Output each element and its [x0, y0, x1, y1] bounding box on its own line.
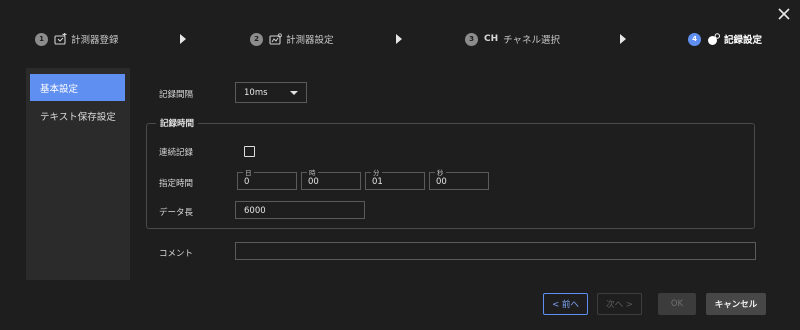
interval-value: 10ms [244, 87, 268, 98]
ok-button[interactable]: OK [658, 293, 696, 315]
step-number: 2 [250, 32, 263, 46]
interval-select[interactable]: 10ms [235, 82, 307, 103]
specified-time-label: 指定時間 [159, 179, 194, 189]
step-device-register: 1 計測器登録 [35, 28, 119, 50]
data-length-input[interactable]: 6000 [235, 201, 365, 219]
data-length-label: データ長 [159, 208, 194, 218]
device-register-icon [54, 32, 67, 46]
comment-input[interactable] [235, 242, 756, 260]
minute-caption: 分 [371, 167, 382, 177]
comment-label: コメント [159, 249, 194, 259]
step-label: 計測器登録 [71, 35, 119, 46]
continuous-record-label: 連続記録 [159, 148, 194, 158]
day-caption: 日 [243, 167, 254, 177]
chevron-right-icon [619, 34, 627, 44]
device-settings-icon [269, 32, 282, 46]
close-button[interactable] [776, 6, 792, 22]
close-icon [778, 8, 790, 20]
next-button[interactable]: 次へ > [597, 293, 642, 315]
continuous-record-checkbox[interactable] [244, 146, 255, 157]
cancel-button[interactable]: キャンセル [706, 293, 766, 315]
second-caption: 秒 [435, 167, 446, 177]
step-label: チャネル選択 [503, 35, 561, 46]
hour-caption: 時 [307, 167, 318, 177]
channel-icon: CH [484, 34, 499, 44]
wizard-stepper: 1 計測器登録 2 計測器設定 3 CH チャネル選択 4 記録設定 [0, 28, 800, 50]
step-label: 計測器設定 [286, 35, 334, 46]
step-number: 4 [688, 32, 701, 46]
step-number: 1 [35, 32, 48, 46]
interval-label: 記録間隔 [159, 90, 194, 100]
step-device-settings: 2 計測器設定 [250, 28, 334, 50]
record-settings-icon [707, 32, 720, 46]
sidebar-item-text-save-settings[interactable]: テキスト保存設定 [30, 102, 125, 129]
caret-down-icon [290, 91, 298, 95]
step-channel-select: 3 CH チャネル選択 [465, 28, 560, 50]
settings-sidebar: 基本設定 テキスト保存設定 [26, 68, 130, 280]
prev-button[interactable]: < 前へ [543, 293, 588, 315]
step-record-settings: 4 記録設定 [688, 28, 762, 50]
chevron-right-icon [179, 34, 187, 44]
chevron-right-icon [395, 34, 403, 44]
step-number: 3 [465, 32, 478, 46]
record-time-legend: 記録時間 [156, 117, 199, 129]
sidebar-item-basic-settings[interactable]: 基本設定 [30, 74, 125, 101]
step-label: 記録設定 [724, 35, 763, 46]
